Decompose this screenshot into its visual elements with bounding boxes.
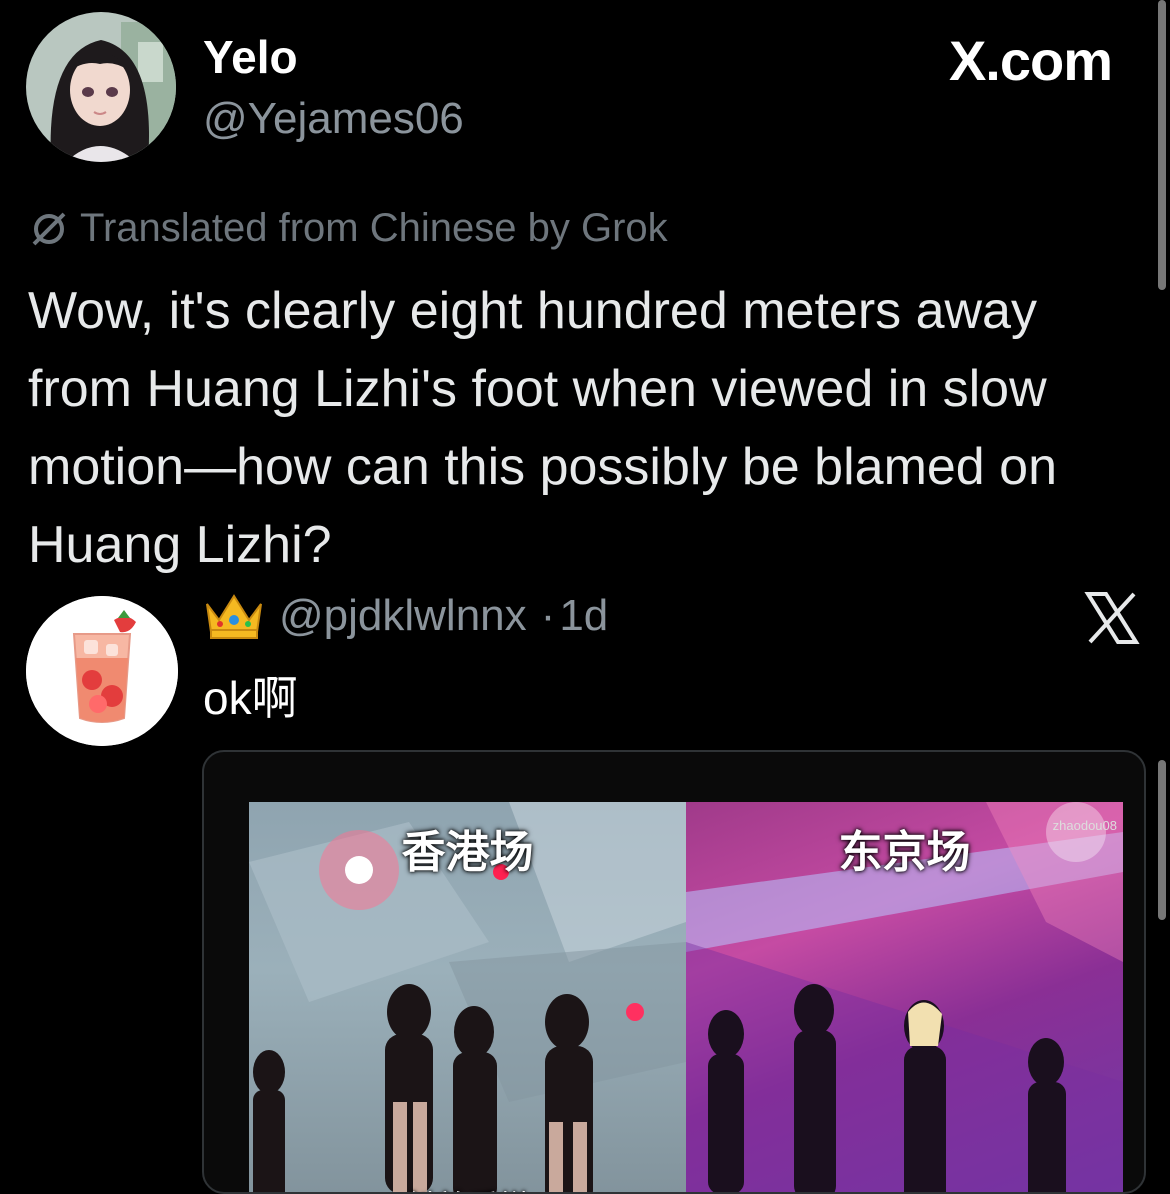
reply-time[interactable]: 1d — [559, 591, 608, 641]
crown-icon — [206, 594, 262, 639]
reply-handle[interactable]: @pjdklwlnnx — [279, 591, 527, 641]
author-display-name[interactable]: Yelo — [203, 30, 298, 84]
left-subcaption: 斜着后撤 — [249, 1182, 686, 1192]
x-logo-icon[interactable] — [1084, 590, 1140, 646]
grok-icon — [32, 212, 66, 245]
anime-girl-avatar-icon — [26, 12, 176, 162]
reply-separator: · — [540, 591, 556, 640]
author-handle[interactable]: @Yejames06 — [203, 94, 464, 144]
reply-meta: @pjdklwlnnx · 1d — [203, 590, 608, 642]
media-right-frame[interactable]: 东京场 zhaodou08 — [686, 802, 1123, 1192]
strawberry-drink-icon — [26, 596, 178, 746]
watermark: zhaodou08 — [1052, 818, 1117, 833]
left-caption: 香港场 — [401, 828, 534, 877]
author-avatar[interactable] — [26, 12, 176, 162]
media-card[interactable]: 香港场 斜着后撤 东京场 zhaodou08 — [202, 750, 1146, 1194]
translation-note[interactable]: Translated from Chinese by Grok — [28, 206, 668, 251]
media-scrollbar[interactable] — [1158, 760, 1166, 920]
tweet-body: Wow, it's clearly eight hundred meters a… — [28, 282, 1058, 574]
site-label: X.com — [948, 29, 1113, 92]
page-scrollbar-top[interactable] — [1158, 0, 1166, 290]
reply-avatar[interactable] — [26, 596, 178, 746]
media-left-frame[interactable]: 香港场 斜着后撤 — [249, 802, 686, 1192]
translation-note-text: Translated from Chinese by Grok — [80, 206, 668, 250]
reply-text: ok啊 — [203, 672, 298, 724]
